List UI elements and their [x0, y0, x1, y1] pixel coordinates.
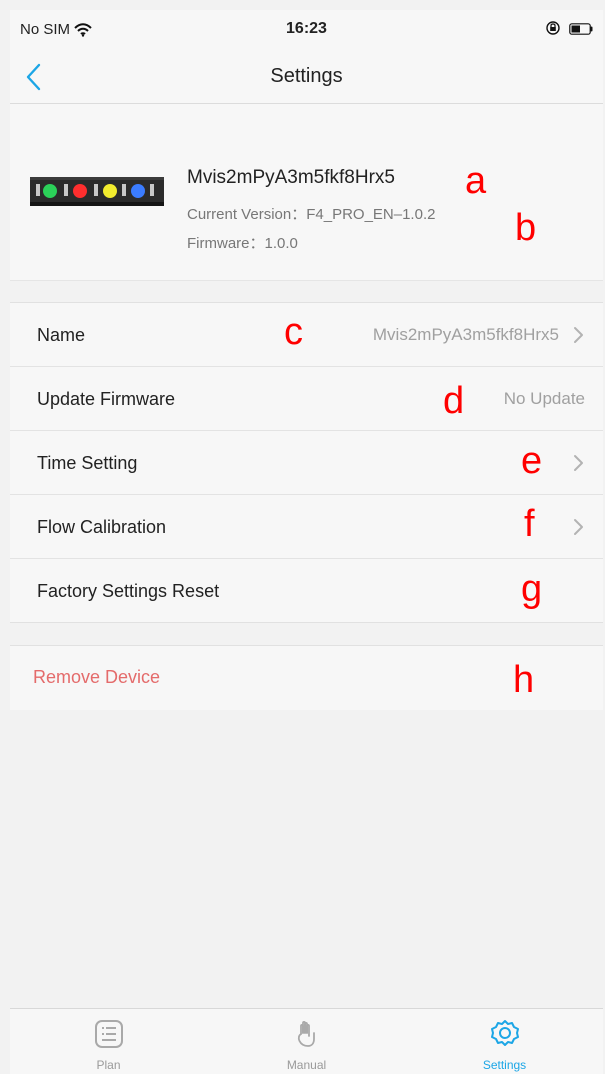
page-title: Settings: [270, 65, 343, 87]
annotation-c: c: [284, 311, 303, 353]
annotation-b: b: [515, 207, 537, 249]
rotation-lock-icon: [545, 20, 561, 36]
menu-item-update-firmware[interactable]: Update Firmware No Update d: [10, 367, 603, 431]
annotation-a: a: [465, 160, 487, 202]
annotation-g: g: [521, 568, 543, 610]
menu-item-label: Update Firmware: [37, 389, 176, 409]
menu-item-value: Mvis2mPyA3m5fkf8Hrx5: [372, 325, 559, 344]
chevron-right-icon: [574, 455, 583, 471]
annotation-f: f: [524, 503, 535, 545]
chevron-right-icon: [574, 519, 583, 535]
menu-item-time-setting[interactable]: Time Setting e: [10, 431, 603, 495]
battery-icon: [569, 22, 593, 35]
tab-manual[interactable]: Manual: [208, 1009, 405, 1074]
settings-menu: Name Mvis2mPyA3m5fkf8Hrx5 c Update Firmw…: [10, 302, 603, 623]
status-time: 16:23: [286, 20, 327, 37]
annotation-h: h: [513, 659, 535, 701]
tab-label: Plan: [96, 1058, 121, 1072]
tab-plan[interactable]: Plan: [10, 1009, 207, 1074]
menu-item-factory-settings-reset[interactable]: Factory Settings Reset g: [10, 559, 603, 622]
status-bar: No SIM 16:23: [10, 10, 603, 48]
settings-screen: No SIM 16:23 Settings Mvis2mPyA3m5fkf8Hr…: [10, 10, 603, 1074]
tab-label: Settings: [482, 1058, 527, 1072]
tab-settings[interactable]: Settings: [406, 1009, 603, 1074]
menu-item-label: Time Setting: [37, 453, 138, 473]
device-name: Mvis2mPyA3m5fkf8Hrx5: [187, 167, 395, 188]
remove-device-section: Remove Device h: [10, 645, 603, 711]
status-right: [545, 20, 593, 36]
navigation-bar: Settings: [10, 48, 603, 104]
manual-icon: [297, 1020, 315, 1047]
annotation-e: e: [521, 440, 543, 482]
device-card: Mvis2mPyA3m5fkf8Hrx5 Current Version：F4_…: [10, 104, 603, 281]
annotation-d: d: [443, 380, 465, 422]
empty-content-area: [10, 710, 603, 1008]
menu-item-name[interactable]: Name Mvis2mPyA3m5fkf8Hrx5 c: [10, 303, 603, 367]
device-image: [30, 174, 164, 210]
tab-label: Manual: [286, 1058, 327, 1072]
menu-item-label: Flow Calibration: [37, 517, 167, 537]
settings-icon: [490, 1020, 519, 1046]
plan-icon: [94, 1020, 123, 1048]
menu-item-flow-calibration[interactable]: Flow Calibration f: [10, 495, 603, 559]
menu-item-value: No Update: [503, 389, 585, 408]
menu-item-label: Factory Settings Reset: [37, 581, 220, 601]
current-version: Current Version：F4_PRO_EN–1.0.2: [187, 206, 436, 223]
remove-device-button[interactable]: Remove Device: [33, 667, 160, 688]
bottom-tab-bar: Plan Manual Settings: [10, 1008, 603, 1074]
chevron-right-icon: [574, 327, 583, 343]
firmware-version: Firmware：1.0.0: [187, 235, 298, 252]
menu-item-label: Name: [37, 325, 86, 345]
